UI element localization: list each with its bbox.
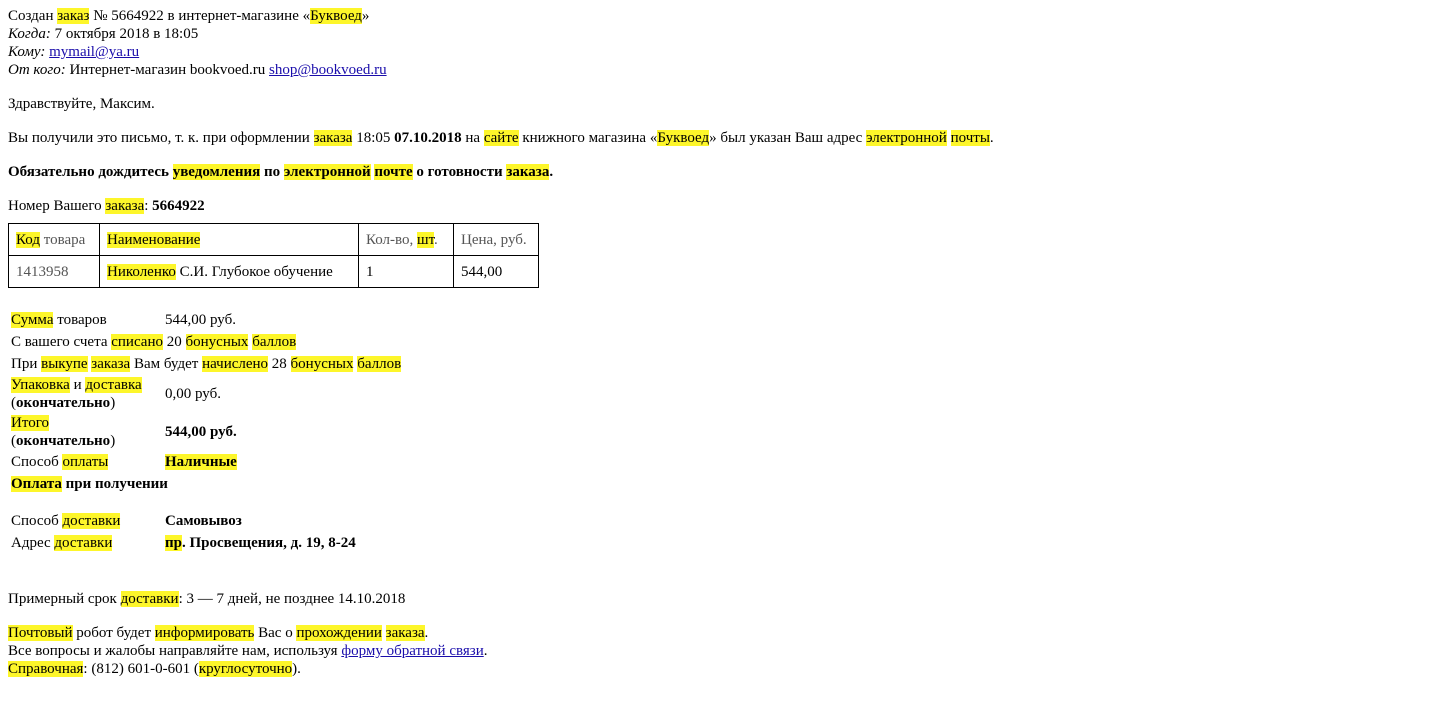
summary-row-bonus-earned: При выкупе заказа Вам будет начислено 28…	[11, 356, 402, 372]
packing-value: 0,00 руб.	[165, 386, 221, 402]
item-price: 544,00	[453, 255, 539, 288]
order-number: Номер Вашего заказа: 5664922	[8, 198, 205, 214]
delivery-value: Самовывоз	[165, 513, 242, 529]
email-document: Создан заказ № 5664922 в интернет-магази…	[0, 0, 1440, 678]
address-value: пр. Просвещения, д. 19, 8-24	[165, 535, 356, 551]
header-qty: Кол-во, шт.	[358, 223, 454, 256]
header-name: Наименование	[99, 223, 359, 256]
order-summary-table: Сумма товаров 544,00 руб. С вашего счета…	[9, 309, 403, 554]
item-qty: 1	[358, 255, 454, 288]
summary-row-payment: Способ оплаты Наличные	[11, 454, 237, 470]
order-number-value: 5664922	[152, 198, 205, 214]
summary-row-total: Итого (окончательно) 544,00 руб.	[9, 413, 403, 451]
from-email-link[interactable]: shop@bookvoed.ru	[269, 62, 387, 78]
questions-note: Все вопросы и жалобы направляйте нам, ис…	[8, 643, 488, 659]
email-date: Когда: 7 октября 2018 в 18:05	[8, 25, 1432, 43]
from-name: Интернет-магазин bookvoed.ru	[65, 62, 270, 78]
email-header: Создан заказ № 5664922 в интернет-магази…	[8, 7, 1432, 79]
greeting: Здравствуйте, Максим.	[8, 96, 155, 112]
header-code: Код товара	[8, 223, 100, 256]
robot-note: Почтовый робот будет информировать Вас о…	[8, 625, 429, 641]
item-name: Николенко С.И. Глубокое обучение	[99, 255, 359, 288]
item-code: 1413958	[8, 255, 100, 288]
phone-note: Справочная: (812) 601-0-601 (круглосуточ…	[8, 661, 301, 677]
summary-row-address: Адрес доставки пр. Просвещения, д. 19, 8…	[9, 532, 403, 554]
order-items-table: Код товара Наименование Кол-во, шт. Цена…	[8, 223, 539, 288]
email-footer: Почтовый робот будет информировать Вас о…	[8, 624, 1432, 678]
to-email-link[interactable]: mymail@ya.ru	[49, 44, 139, 60]
email-subject: Создан заказ № 5664922 в интернет-магази…	[8, 8, 370, 24]
goods-sum-value: 544,00 руб.	[165, 312, 236, 328]
email-to: Кому: mymail@ya.ru	[8, 43, 1432, 61]
reason-paragraph: Вы получили это письмо, т. к. при оформл…	[8, 130, 994, 146]
payment-value: Наличные	[165, 454, 237, 470]
summary-row-goods-sum: Сумма товаров 544,00 руб.	[9, 309, 403, 331]
to-label: Кому:	[8, 44, 46, 60]
when-value: 7 октября 2018 в 18:05	[50, 26, 199, 42]
summary-row-bonus-spent: С вашего счета списано 20 бонусных балло…	[11, 334, 297, 350]
table-header-row: Код товара Наименование Кол-во, шт. Цена…	[8, 223, 539, 256]
summary-row-packing: Упаковка и доставка (окончательно) 0,00 …	[9, 375, 403, 413]
from-label: От кого:	[8, 62, 66, 78]
email-from: От кого: Интернет-магазин bookvoed.ru sh…	[8, 61, 1432, 79]
header-price: Цена, руб.	[453, 223, 539, 256]
total-value: 544,00 руб.	[165, 424, 237, 440]
summary-row-delivery: Способ доставки Самовывоз	[9, 510, 403, 532]
table-row: 1413958 Николенко С.И. Глубокое обучение…	[8, 255, 539, 288]
summary-row-payment-note: Оплата при получении	[11, 476, 168, 492]
feedback-form-link[interactable]: форму обратной связи	[341, 643, 483, 659]
when-label: Когда:	[8, 26, 51, 42]
notice-paragraph: Обязательно дождитесь уведомления по эле…	[8, 164, 554, 180]
delivery-term: Примерный срок доставки: 3 — 7 дней, не …	[8, 591, 406, 607]
